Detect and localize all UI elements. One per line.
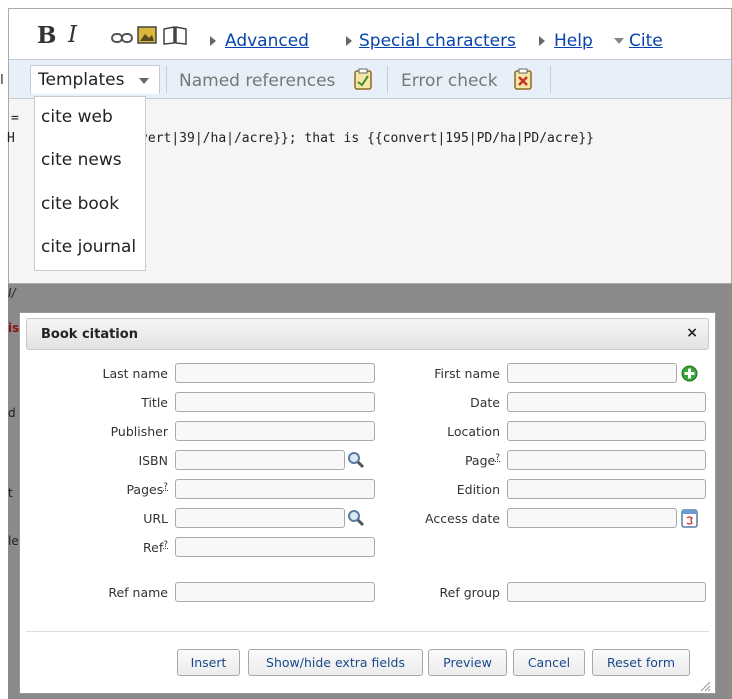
resize-handle-icon[interactable] [699, 677, 711, 692]
error-check-button[interactable]: Error check [401, 71, 498, 91]
access-date-field[interactable] [507, 508, 677, 528]
publisher-label: Publisher [110, 424, 168, 439]
embedded-file-icon[interactable] [137, 26, 157, 48]
first-name-label: First name [434, 366, 500, 381]
preview-button[interactable]: Preview [428, 649, 507, 676]
last-name-label: Last name [102, 366, 168, 381]
publisher-field[interactable] [175, 421, 375, 441]
ref-group-label: Ref group [439, 585, 501, 600]
advanced-link[interactable]: Advanced [225, 31, 309, 51]
search-icon[interactable] [347, 451, 365, 473]
url-label: URL [143, 511, 168, 526]
templates-menu: cite web cite news cite book cite journa… [34, 96, 146, 271]
chevron-down-icon [139, 78, 149, 84]
edition-label: Edition [456, 482, 500, 497]
isbn-field[interactable] [175, 450, 345, 470]
textarea-line: = [11, 111, 19, 126]
background-text: d [8, 406, 16, 420]
page-label: Page? [464, 453, 500, 469]
ref-name-label: Ref name [108, 585, 168, 600]
background-text: le [8, 534, 19, 548]
pages-label: Pages? [126, 482, 168, 498]
link-icon[interactable] [111, 29, 133, 48]
help-hint[interactable]: ? [163, 540, 168, 550]
ref-label: Ref? [143, 540, 168, 556]
isbn-label: ISBN [138, 453, 168, 468]
help-hint[interactable]: ? [163, 482, 168, 492]
divider [387, 66, 388, 93]
page-fragment-text: I [0, 73, 4, 88]
clipboard-icon[interactable] [353, 68, 373, 94]
menu-item-cite-journal[interactable]: cite journal [41, 237, 136, 257]
location-label: Location [447, 424, 500, 439]
templates-label: Templates [38, 70, 125, 90]
cite-toolbar: Templates Named references Error check [9, 59, 731, 99]
divider [550, 66, 551, 93]
named-references-button[interactable]: Named references [179, 71, 335, 91]
wikitext-editor: B I Advanced Special characters Help Cit… [7, 8, 732, 284]
menu-item-cite-news[interactable]: cite news [41, 150, 122, 170]
ref-name-field[interactable] [175, 582, 375, 602]
special-characters-link[interactable]: Special characters [359, 31, 516, 51]
divider [26, 631, 709, 632]
help-link[interactable]: Help [554, 31, 593, 51]
help-hint[interactable]: ? [495, 453, 500, 463]
page-field[interactable] [507, 450, 706, 470]
show-hide-extra-fields-button[interactable]: Show/hide extra fields [248, 649, 423, 676]
title-field[interactable] [175, 392, 375, 412]
url-field[interactable] [175, 508, 345, 528]
background-text: is [8, 321, 20, 335]
dialog-title: Book citation [41, 327, 138, 342]
date-label: Date [470, 395, 500, 410]
ref-group-field[interactable] [507, 582, 706, 602]
pages-field[interactable] [175, 479, 375, 499]
background-text: t [8, 486, 13, 500]
first-name-field[interactable] [507, 363, 677, 383]
insert-button[interactable]: Insert [177, 649, 240, 676]
dialog-titlebar[interactable]: Book citation × [26, 318, 709, 350]
cite-link[interactable]: Cite [629, 31, 663, 51]
bold-button[interactable]: B [37, 22, 56, 49]
chevron-right-icon [539, 36, 545, 46]
title-label: Title [141, 395, 168, 410]
divider [166, 66, 167, 93]
reset-form-button[interactable]: Reset form [592, 649, 690, 676]
background-text: I/ [8, 286, 16, 300]
editor-toolbar: B I Advanced Special characters Help Cit… [9, 9, 731, 59]
templates-dropdown-button[interactable]: Templates [30, 65, 160, 94]
date-field[interactable] [507, 392, 706, 412]
reference-book-icon[interactable] [162, 25, 188, 49]
chevron-right-icon [210, 36, 216, 46]
menu-item-cite-web[interactable]: cite web [41, 107, 113, 127]
edition-field[interactable] [507, 479, 706, 499]
menu-item-cite-book[interactable]: cite book [41, 194, 119, 214]
ref-field[interactable] [175, 537, 375, 557]
access-date-label: Access date [425, 511, 500, 526]
search-icon[interactable] [347, 509, 365, 531]
location-field[interactable] [507, 421, 706, 441]
calendar-icon[interactable] [681, 508, 698, 532]
error-check-icon[interactable] [513, 68, 533, 94]
add-author-icon[interactable] [681, 365, 698, 386]
book-citation-dialog: Book citation × Last name First name Tit… [19, 312, 716, 694]
last-name-field[interactable] [175, 363, 375, 383]
cancel-button[interactable]: Cancel [513, 649, 585, 676]
italic-button[interactable]: I [68, 22, 77, 48]
chevron-right-icon [346, 36, 352, 46]
chevron-down-icon [614, 38, 624, 44]
close-icon[interactable]: × [686, 325, 698, 341]
